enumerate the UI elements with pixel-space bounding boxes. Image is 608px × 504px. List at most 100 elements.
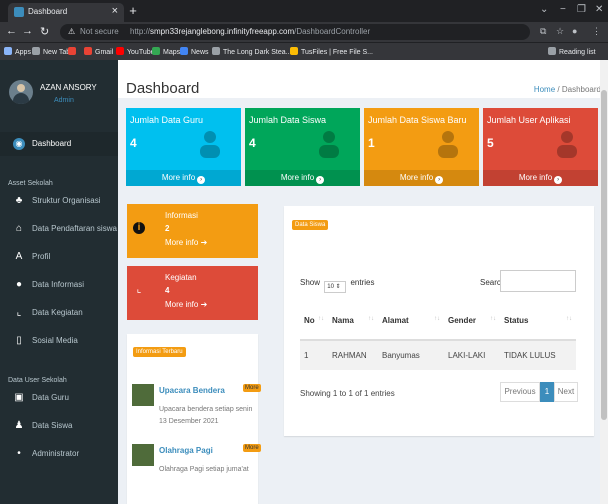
url-text: http://smpn33rejanglebong.infinityfreeap…	[130, 27, 370, 36]
bookmark-item[interactable]: Gmail	[84, 47, 113, 56]
sidebar-item-data-siswa[interactable]: ♟ Data Siswa	[0, 414, 118, 438]
more-info-link[interactable]: More info ›	[245, 170, 360, 186]
reading-list-button[interactable]: Reading list	[548, 47, 596, 56]
reload-icon[interactable]: ↻	[40, 25, 49, 38]
bookmark-item[interactable]: The Long Dark Stea...	[212, 47, 291, 56]
browser-tab[interactable]: Dashboard ×	[8, 3, 124, 22]
column-header-alamat[interactable]: Alamat ↑↓	[378, 302, 444, 341]
info-circle-icon: i	[133, 222, 145, 234]
bookmark-item[interactable]: TusFiles | Free File S...	[290, 47, 373, 56]
entries-select[interactable]: 10 ⇕	[324, 281, 347, 293]
sidebar-item-sosial-media[interactable]: ▯ Sosial Media	[0, 329, 118, 353]
line-chart-icon: ⌞	[136, 284, 142, 295]
maximize-icon[interactable]: ❐	[577, 4, 586, 15]
close-window-icon[interactable]: ✕	[595, 4, 603, 15]
bookmark-icon	[212, 47, 220, 55]
column-header-nama[interactable]: Nama ↑↓	[328, 302, 378, 341]
stat-value: 4	[249, 136, 256, 150]
stat-title: Jumlah User Aplikasi	[487, 115, 571, 125]
new-tab-button[interactable]: +	[125, 4, 141, 18]
column-header-gender[interactable]: Gender ↑↓	[444, 302, 500, 341]
sidebar-item-label: Sosial Media	[32, 336, 78, 345]
column-header-status[interactable]: Status ↑↓	[500, 302, 576, 341]
chevron-down-icon[interactable]: ⌄	[540, 4, 548, 15]
page-scrollbar[interactable]	[600, 60, 608, 504]
bookmark-item[interactable]: YouTube	[116, 47, 155, 56]
page-1-button[interactable]: 1	[540, 382, 554, 402]
sidebar-item-data-informasi[interactable]: ● Data Informasi	[0, 273, 118, 297]
widget-box: i Informasi 2 More info ➔	[127, 204, 258, 258]
content-wrapper: Dashboard Home / Dashboard Jumlah Data G…	[118, 60, 608, 504]
sidebar-item-struktur-organisasi[interactable]: ♣ Struktur Organisasi	[0, 189, 118, 213]
sidebar-item-label: Profil	[32, 252, 51, 261]
sidebar-item-dashboard[interactable]: ◉ Dashboard	[0, 132, 118, 156]
column-header-label: Gender	[448, 316, 477, 325]
stat-value: 1	[368, 136, 375, 150]
table-cell: Banyumas	[378, 340, 444, 370]
more-info-link[interactable]: More info ›	[483, 170, 598, 186]
bookmark-label: Apps	[15, 49, 31, 56]
column-header-no[interactable]: No ↑↓	[300, 302, 328, 341]
news-panel-label: Informasi Terbaru	[133, 347, 186, 357]
news-title-link[interactable]: Upacara Bendera	[159, 386, 225, 395]
breadcrumb-separator: /	[557, 85, 560, 94]
sort-icon: ↑↓	[490, 316, 496, 322]
sidebar-item-data-pendaftaran-siswa[interactable]: ⌂ Data Pendaftaran siswa	[0, 217, 118, 241]
forward-icon[interactable]: →	[22, 25, 33, 37]
bookmark-item[interactable]: New Tab	[32, 47, 70, 56]
widget-more-info-link[interactable]: More info ➔	[165, 238, 207, 247]
widget-title: Kegiatan	[165, 273, 197, 282]
sidebar-item-label: Administrator	[32, 449, 80, 458]
url-scheme: http://	[130, 27, 151, 36]
address-input[interactable]: ⚠ Not secure http://smpn33rejanglebong.i…	[60, 24, 530, 40]
dashboard-icon: ◉	[13, 138, 25, 150]
bookmark-item[interactable]: News	[180, 47, 209, 56]
students-table-panel: Data Siswa Show 10 ⇕ entries Search: No ↑…	[284, 206, 594, 436]
widget-count: 4	[165, 286, 170, 295]
bookmark-item[interactable]: Apps	[4, 47, 31, 56]
previous-page-button[interactable]: Previous	[500, 382, 540, 402]
arrow-circle-right-icon: ›	[554, 176, 563, 184]
bookmark-label: News	[191, 49, 209, 56]
search-input[interactable]	[500, 270, 576, 292]
bookmark-item[interactable]: Maps	[152, 47, 180, 56]
users-icon	[552, 128, 582, 158]
back-icon[interactable]: ←	[6, 25, 17, 37]
stat-title: Jumlah Data Siswa	[249, 115, 327, 125]
tab-close-icon[interactable]: ×	[112, 5, 118, 17]
next-page-button[interactable]: Next	[554, 382, 578, 402]
content-header: Dashboard Home / Dashboard	[118, 60, 608, 98]
news-description: Upacara bendera setiap senin 13 Desember…	[159, 406, 253, 425]
info-icon: ●	[15, 279, 23, 290]
more-info-label: More info	[399, 173, 434, 182]
arrow-circle-right-icon: ➔	[198, 238, 208, 247]
widget-title: Informasi	[165, 211, 198, 220]
scroll-thumb[interactable]	[601, 90, 607, 420]
profile-icon[interactable]: ●	[572, 26, 577, 36]
user-panel: AZAN ANSORY Admin	[0, 60, 118, 130]
arrow-circle-right-icon: ›	[435, 176, 444, 184]
news-more-button[interactable]: More	[243, 384, 261, 392]
news-title-link[interactable]: Olahraga Pagi	[159, 446, 213, 455]
table-body: 1 RAHMAN Banyumas LAKI-LAKI TIDAK LULUS	[300, 340, 576, 370]
sidebar-item-profil[interactable]: A Profil	[0, 245, 118, 269]
sidebar-item-administrator[interactable]: • Administrator	[0, 442, 118, 466]
share-icon[interactable]: ⧉	[540, 26, 546, 37]
more-info-link[interactable]: More info ›	[126, 170, 241, 186]
menu-icon[interactable]: ⋮	[592, 26, 601, 37]
sidebar-item-label: Struktur Organisasi	[32, 196, 101, 205]
minimize-icon[interactable]: −	[560, 4, 566, 15]
sort-icon: ↑↓	[318, 316, 324, 322]
star-icon[interactable]: ☆	[556, 26, 564, 37]
warning-icon[interactable]: ⚠	[68, 27, 75, 36]
bookmark-item[interactable]	[68, 47, 79, 56]
bookmarks-bar: Reading list Apps New Tab Gmail YouTube Maps…	[0, 42, 608, 60]
widget-more-info-link[interactable]: More info ➔	[165, 300, 207, 309]
breadcrumb-home[interactable]: Home	[534, 85, 555, 94]
bookmark-icon	[4, 47, 12, 55]
more-info-link[interactable]: More info ›	[364, 170, 479, 186]
news-more-button[interactable]: More	[243, 444, 261, 452]
sidebar-item-data-kegiatan[interactable]: ⌞ Data Kegiatan	[0, 301, 118, 325]
url-host: smpn33rejanglebong.infinityfreeapp.com	[150, 27, 295, 36]
sidebar-item-data-guru[interactable]: ▣ Data Guru	[0, 386, 118, 410]
